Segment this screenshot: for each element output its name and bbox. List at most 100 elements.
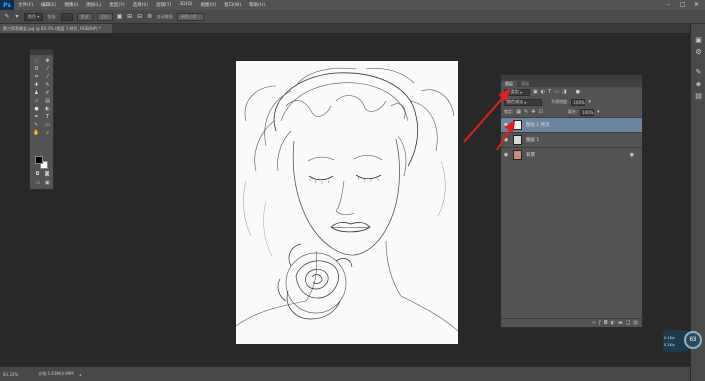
eyedropper-tool-icon[interactable]: ⁄ bbox=[42, 73, 53, 81]
sample-field[interactable] bbox=[60, 12, 73, 21]
filter-adjustment-icon[interactable]: ◐ bbox=[541, 89, 545, 95]
menu-image[interactable]: 图像(I) bbox=[60, 2, 82, 8]
link-icon[interactable]: ∞ bbox=[592, 320, 596, 326]
move-tool-icon[interactable]: ✥ bbox=[42, 57, 53, 65]
menu-3d[interactable]: 3D(D) bbox=[175, 2, 196, 8]
document-tab[interactable]: 蒙古莉莉美女.jpg @ 83.3% (图层 1 拷贝, RGB/8#) * bbox=[0, 24, 112, 33]
selection-add-icon[interactable]: ⊞ bbox=[127, 13, 133, 20]
selection-new-icon[interactable]: ▣ bbox=[117, 13, 123, 20]
eye-icon[interactable]: ◉ bbox=[501, 122, 511, 128]
marquee-tool-icon[interactable]: ◌ bbox=[31, 57, 42, 65]
layer-thumbnail bbox=[513, 120, 522, 130]
chevron-down-icon[interactable]: ▾ bbox=[14, 13, 20, 20]
download-speed: 0.2K/s bbox=[664, 343, 675, 347]
maximize-button[interactable]: □ bbox=[680, 1, 686, 8]
fill-input[interactable]: 100% bbox=[580, 108, 595, 116]
history-panel-icon[interactable]: ▣ bbox=[691, 34, 705, 46]
minimize-button[interactable]: – bbox=[667, 1, 670, 8]
status-arrow-icon[interactable]: ▸ bbox=[80, 372, 82, 377]
screen-mode-alt-icon[interactable]: ▣ bbox=[45, 180, 50, 186]
style-select[interactable]: 颜色 ▾ bbox=[24, 12, 44, 21]
auto-enhance-checkbox[interactable]: 自动增强 bbox=[157, 14, 173, 20]
new-layer-icon[interactable]: ❑ bbox=[626, 320, 630, 326]
layer-name: 背景 bbox=[526, 153, 535, 158]
group-icon[interactable]: ▬ bbox=[618, 320, 623, 326]
close-button[interactable]: ✕ bbox=[694, 1, 699, 8]
menu-view[interactable]: 视图(V) bbox=[197, 2, 221, 8]
blend-mode-select[interactable]: 颜色减淡 ▾ bbox=[504, 98, 542, 106]
default-colors-icon[interactable]: ◘ bbox=[36, 171, 40, 177]
lock-transparent-icon[interactable]: ▦ bbox=[516, 109, 521, 115]
menu-edit[interactable]: 编辑(E) bbox=[37, 2, 60, 8]
menu-file[interactable]: 文件(F) bbox=[14, 2, 37, 8]
layer-thumbnail bbox=[513, 135, 522, 145]
menu-window[interactable]: 窗口(W) bbox=[220, 2, 245, 8]
mask-icon[interactable]: ◘ bbox=[604, 320, 608, 326]
filter-smart-icon[interactable]: ◨ bbox=[562, 89, 567, 95]
layer-row-background[interactable]: ◉ 背景 ● bbox=[501, 147, 642, 162]
filter-type-icon[interactable]: T bbox=[548, 89, 551, 95]
opacity-chevron-icon[interactable]: ▾ bbox=[588, 99, 591, 105]
camera-button[interactable]: 相机 bbox=[96, 12, 113, 21]
menu-select[interactable]: 选择(S) bbox=[129, 2, 152, 8]
eye-icon[interactable]: ◉ bbox=[501, 137, 511, 143]
hand-tool-icon[interactable]: ✋ bbox=[31, 129, 42, 137]
trash-icon[interactable]: ▥ bbox=[633, 320, 638, 326]
zoom-tool-icon[interactable]: ⌕ bbox=[42, 129, 53, 137]
status-bar: 83.33% 文档:1.63M/4.99M ▸ bbox=[0, 366, 690, 381]
selection-subtract-icon[interactable]: ⊟ bbox=[137, 13, 143, 20]
filter-pixel-icon[interactable]: ▣ bbox=[533, 89, 538, 95]
eraser-tool-icon[interactable]: ▱ bbox=[31, 97, 42, 105]
foreground-color-swatch[interactable] bbox=[35, 156, 43, 164]
layer-row-1[interactable]: ◉ 图层 1 bbox=[501, 132, 642, 147]
healing-tool-icon[interactable]: ✚ bbox=[31, 81, 42, 89]
properties-panel-icon[interactable]: ⚙ bbox=[691, 46, 705, 58]
layers-panel-icon[interactable]: ◈ bbox=[691, 78, 705, 90]
gradient-tool-icon[interactable]: ▤ bbox=[42, 97, 53, 105]
kind-filter-select[interactable]: ρ 类型 ▾ bbox=[504, 88, 530, 96]
document-canvas[interactable] bbox=[236, 61, 458, 344]
gear-icon[interactable]: ⚙ bbox=[147, 13, 153, 20]
brush-panel-icon[interactable]: ✎ bbox=[691, 66, 705, 78]
tab-layers[interactable]: 图层 bbox=[501, 81, 517, 87]
dodge-tool-icon[interactable]: ◐ bbox=[42, 105, 53, 113]
brush-tool-icon[interactable]: ✎ bbox=[42, 81, 53, 89]
filter-shape-icon[interactable]: ▭ bbox=[554, 89, 559, 95]
pen-tool-icon[interactable]: ✒ bbox=[31, 113, 42, 121]
shape-tool-icon[interactable]: ▭ bbox=[42, 121, 53, 129]
opacity-input[interactable]: 100% bbox=[571, 98, 586, 106]
crop-tool-icon[interactable]: ⌗ bbox=[31, 73, 42, 81]
lock-move-icon[interactable]: ✥ bbox=[531, 109, 535, 115]
brush-icon[interactable]: ✎ bbox=[4, 13, 10, 20]
lock-brush-icon[interactable]: ✎ bbox=[524, 109, 528, 115]
layer-row-copy[interactable]: ◉ 图层 1 拷贝 bbox=[501, 117, 642, 132]
filter-toggle-icon[interactable]: ● bbox=[576, 89, 580, 95]
screen-mode-icon[interactable]: ▭ bbox=[35, 180, 40, 186]
adjustment-icon[interactable]: ◐ bbox=[611, 320, 615, 326]
blend-mode-value: 颜色减淡 bbox=[507, 99, 523, 104]
cpu-usage-badge[interactable]: 63 bbox=[684, 331, 702, 349]
lock-all-icon[interactable]: ⊡ bbox=[539, 109, 543, 115]
change-button[interactable]: 更改 bbox=[76, 12, 93, 21]
fill-chevron-icon[interactable]: ▾ bbox=[597, 109, 600, 115]
history-brush-tool-icon[interactable]: ✐ bbox=[42, 89, 53, 97]
blur-tool-icon[interactable]: ● bbox=[31, 105, 42, 113]
type-tool-icon[interactable]: T bbox=[42, 113, 53, 121]
stamp-tool-icon[interactable]: ♟ bbox=[31, 89, 42, 97]
refine-edge-button[interactable]: 调整边缘... bbox=[176, 12, 205, 21]
menu-help[interactable]: 帮助(H) bbox=[245, 2, 269, 8]
fill-label: 填充: bbox=[567, 109, 578, 114]
fx-icon[interactable]: ƒ bbox=[599, 320, 601, 326]
quick-mask-icon[interactable]: ◙ bbox=[45, 171, 50, 177]
path-select-tool-icon[interactable]: ↖ bbox=[31, 121, 42, 129]
menu-bar: Ps 文件(F) 编辑(E) 图像(I) 图层(L) 类型(Y) 选择(S) 滤… bbox=[0, 0, 705, 10]
eye-icon[interactable]: ◉ bbox=[501, 152, 511, 158]
lasso-tool-icon[interactable]: ʘ bbox=[31, 65, 42, 73]
channels-panel-icon[interactable]: ▤ bbox=[691, 90, 705, 102]
tab-channels[interactable]: 通道 bbox=[517, 81, 533, 87]
menu-layer[interactable]: 图层(L) bbox=[82, 2, 105, 8]
quick-select-tool-icon[interactable]: ⁄ bbox=[42, 65, 53, 73]
zoom-level[interactable]: 83.33% bbox=[3, 372, 18, 377]
menu-type[interactable]: 类型(Y) bbox=[105, 2, 128, 8]
menu-filter[interactable]: 滤镜(T) bbox=[152, 2, 175, 8]
